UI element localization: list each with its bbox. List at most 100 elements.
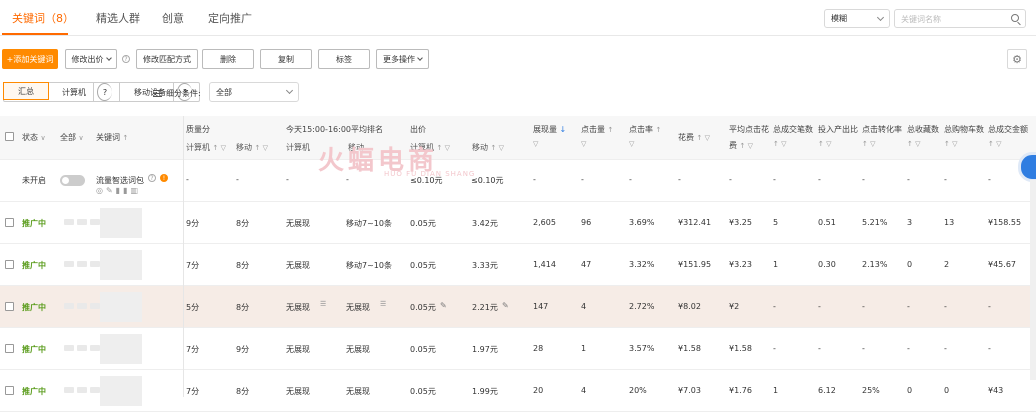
package-status: 未开启: [22, 176, 46, 185]
package-cost: -: [678, 175, 681, 184]
row-rank-mobile: 无展现: [346, 387, 370, 396]
cvr-header[interactable]: 点击转化率: [862, 124, 902, 135]
rank-detail-icon[interactable]: ☰: [380, 300, 386, 308]
rank-header: 今天15:00-16:00平均排名: [286, 125, 383, 134]
tab-keywords[interactable]: 关键词（8）: [12, 10, 74, 26]
redacted-keyword-block: [64, 219, 74, 225]
view-summary[interactable]: 汇总: [3, 82, 49, 100]
add-keyword-button[interactable]: +添加关键词: [2, 49, 58, 69]
row-checkbox[interactable]: [5, 344, 14, 353]
row-cpc: ¥1.58: [729, 344, 752, 353]
row-checkbox[interactable]: [5, 218, 14, 227]
avg-cpc-header-2[interactable]: 费 ↑ ▽: [729, 140, 753, 151]
help-icon[interactable]: ?: [148, 174, 156, 182]
row-checkbox[interactable]: [5, 302, 14, 311]
package-ctr: -: [629, 175, 632, 184]
settings-gear-icon[interactable]: ⚙: [1007, 49, 1027, 69]
conv-header[interactable]: 总成交笔数: [773, 124, 813, 135]
sort-filter-icon[interactable]: ↑ ▽: [907, 140, 920, 148]
row-cart: 13: [944, 218, 955, 227]
sort-filter-icon[interactable]: ↑ ▽: [773, 140, 786, 148]
tab-creative[interactable]: 创意: [162, 10, 184, 26]
breakdown-select[interactable]: 全部: [209, 82, 299, 102]
sort-filter-icon[interactable]: ↑ ▽: [818, 140, 831, 148]
tab-targeting[interactable]: 定向推广: [208, 10, 252, 26]
redacted-keyword: [100, 250, 142, 280]
keyword-search-input[interactable]: 关键词名称: [894, 9, 1026, 28]
row-bid-pc[interactable]: 0.05元: [410, 344, 436, 355]
row-bid-mobile[interactable]: 3.33元: [472, 260, 498, 271]
quality-pc-header[interactable]: 计算机 ↑ ▽: [186, 142, 226, 153]
row-bid-mobile[interactable]: 1.99元: [472, 386, 498, 397]
roi-header[interactable]: 投入产出比: [818, 124, 858, 135]
table-row-package: 未开启 流量智选词包 ? ! ◎✎▮▮▥ - - - - ≤0.10元 ≤0.1…: [0, 160, 1036, 202]
vertical-scrollbar[interactable]: [1030, 180, 1036, 380]
view-computer[interactable]: 计算机?: [48, 83, 120, 101]
table-row[interactable]: 推广中 9分 8分 无展现 移动7~10条 0.05元 3.42元 2,605 96 3.69% ¥…: [0, 202, 1036, 244]
view-computer-label: 计算机: [55, 83, 94, 101]
edit-bid-icon[interactable]: ✎: [440, 301, 447, 310]
edit-bid-icon[interactable]: ✎: [502, 301, 509, 310]
tab-audience[interactable]: 精选人群: [96, 10, 140, 26]
more-actions-button[interactable]: 更多操作: [376, 49, 429, 69]
bid-mobile-header[interactable]: 移动 ↑ ▽: [472, 142, 504, 153]
clicks-header[interactable]: 点击量 ↑: [581, 124, 613, 135]
row-cpc: ¥1.76: [729, 386, 752, 395]
modify-match-button[interactable]: 修改匹配方式: [136, 49, 198, 69]
redacted-keyword-block: [64, 387, 74, 393]
avg-cpc-header[interactable]: 平均点击花: [729, 124, 769, 135]
row-rank-pc: 无展现: [286, 345, 310, 354]
alert-icon[interactable]: !: [160, 174, 168, 182]
row-bid-mobile[interactable]: 3.42元: [472, 218, 498, 229]
row-bid-pc[interactable]: 0.05元: [410, 218, 436, 229]
filter-icon[interactable]: ▽: [581, 140, 586, 148]
sort-filter-icon[interactable]: ↑ ▽: [862, 140, 875, 148]
row-rank-pc: 无展现: [286, 219, 310, 228]
redacted-keyword-block: [77, 219, 87, 225]
row-clicks: 4: [581, 302, 587, 311]
row-bid-pc[interactable]: 0.05元: [410, 302, 436, 313]
copy-button[interactable]: 复制: [260, 49, 312, 69]
ctr-header[interactable]: 点击率 ↑: [629, 124, 661, 135]
cart-header[interactable]: 总购物车数: [944, 124, 984, 135]
package-action-icons[interactable]: ◎✎▮▮▥: [96, 186, 141, 195]
fav-header[interactable]: 总收藏数: [907, 124, 939, 135]
modify-bid-button[interactable]: 修改出价: [65, 49, 117, 69]
impressions-header[interactable]: 展现量 ↓: [533, 124, 566, 135]
sort-filter-icon[interactable]: ↑ ▽: [944, 140, 957, 148]
delete-button[interactable]: 删除: [202, 49, 254, 69]
bid-header: 出价: [410, 125, 426, 134]
quality-mobile-header[interactable]: 移动 ↑ ▽: [236, 142, 268, 153]
row-bid-pc[interactable]: 0.05元: [410, 386, 436, 397]
status-header[interactable]: 状态 ∨: [22, 132, 46, 143]
table-row[interactable]: 推广中 7分 9分 无展现 无展现 0.05元 1.97元 28 1 3.57% ¥1.58 ¥1.5…: [0, 328, 1036, 370]
table-row[interactable]: 推广中 7分 8分 无展现 无展现 0.05元 1.99元 20 4 20% ¥7.03 ¥1.76 1…: [0, 370, 1036, 412]
tag-button[interactable]: 标签: [318, 49, 370, 69]
gmv-header[interactable]: 总成交金额: [988, 124, 1028, 135]
select-all-checkbox[interactable]: [5, 132, 14, 141]
list-filter-icon: [153, 90, 162, 97]
table-row[interactable]: 推广中 5分 8分 无展现 ☰ 无展现 ☰ 0.05元 ✎ 2.21元 ✎ 147 4 2.72% ¥8.0…: [0, 286, 1036, 328]
package-toggle[interactable]: [60, 175, 85, 186]
rank-detail-icon[interactable]: ☰: [320, 300, 326, 308]
search-icon[interactable]: [1011, 14, 1019, 22]
row-bid-pc[interactable]: 0.05元: [410, 260, 436, 271]
row-ctr: 2.72%: [629, 302, 655, 311]
row-checkbox[interactable]: [5, 386, 14, 395]
row-bid-mobile[interactable]: 2.21元: [472, 302, 498, 313]
row-impressions: 20: [533, 386, 544, 395]
row-bid-mobile[interactable]: 1.97元: [472, 344, 498, 355]
filter-icon[interactable]: ▽: [533, 140, 538, 148]
all-filter-header[interactable]: 全部 ∨: [60, 132, 84, 143]
row-ctr: 3.69%: [629, 218, 655, 227]
row-quality-pc: 7分: [186, 387, 200, 396]
match-mode-select[interactable]: 模糊: [824, 9, 890, 28]
row-status: 推广中: [22, 261, 46, 270]
keyword-header[interactable]: 关键词 ↑: [96, 132, 128, 143]
help-icon[interactable]: ?: [122, 55, 130, 63]
row-checkbox[interactable]: [5, 260, 14, 269]
table-row[interactable]: 推广中 7分 8分 无展现 移动7~10条 0.05元 3.33元 1,414 47 3.32% ¥…: [0, 244, 1036, 286]
sort-filter-icon[interactable]: ↑ ▽: [988, 140, 1001, 148]
cost-header[interactable]: 花费 ↑ ▽: [678, 132, 710, 143]
filter-icon[interactable]: ▽: [629, 140, 634, 148]
